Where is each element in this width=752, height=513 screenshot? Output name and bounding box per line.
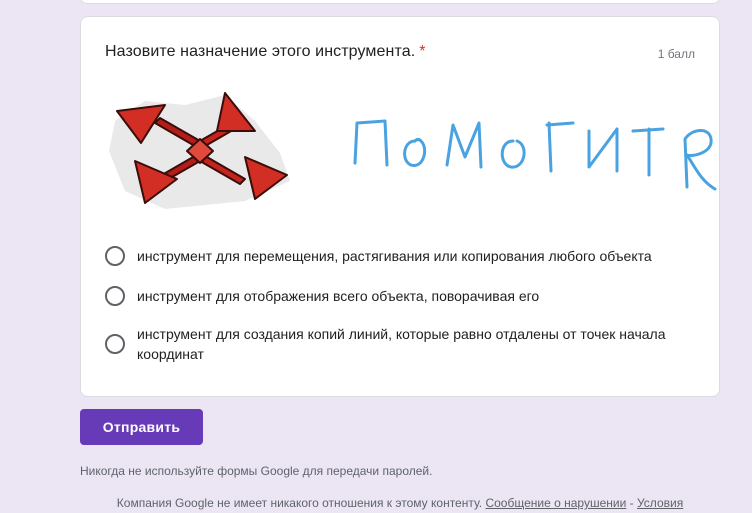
answer-option-label: инструмент для отображения всего объекта… xyxy=(137,288,540,304)
radio-button[interactable] xyxy=(105,286,125,306)
answer-option-2[interactable]: инструмент для отображения всего объекта… xyxy=(105,286,682,306)
radio-button[interactable] xyxy=(105,246,125,266)
previous-question-card xyxy=(80,0,720,4)
answer-option-label: инструмент для перемещения, растягивания… xyxy=(137,248,652,264)
answer-option-3[interactable]: инструмент для создания копий линий, кот… xyxy=(105,324,682,364)
footer: Компания Google не имеет никакого отноше… xyxy=(80,495,720,511)
question-title-text: Назовите назначение этого инструмента. xyxy=(105,43,416,60)
submit-button[interactable]: Отправить xyxy=(80,409,203,445)
required-asterisk: * xyxy=(419,43,426,60)
question-card: Назовите назначение этого инструмента. * … xyxy=(80,16,720,397)
move-tool-arrows-icon xyxy=(109,92,290,209)
password-warning: Никогда не используйте формы Google для … xyxy=(80,464,433,478)
answer-option-label: инструмент для создания копий линий, кот… xyxy=(137,326,666,362)
question-points: 1 балл xyxy=(657,47,695,61)
footer-disclaimer: Компания Google не имеет никакого отноше… xyxy=(116,496,483,510)
terms-link[interactable]: Условия xyxy=(637,496,683,510)
handwritten-annotation xyxy=(353,119,717,191)
radio-button[interactable] xyxy=(105,334,125,354)
question-title: Назовите назначение этого инструмента. * xyxy=(105,43,426,61)
footer-separator: - xyxy=(629,496,634,510)
report-abuse-link[interactable]: Сообщение о нарушении xyxy=(485,496,626,510)
answer-option-1[interactable]: инструмент для перемещения, растягивания… xyxy=(105,246,682,266)
